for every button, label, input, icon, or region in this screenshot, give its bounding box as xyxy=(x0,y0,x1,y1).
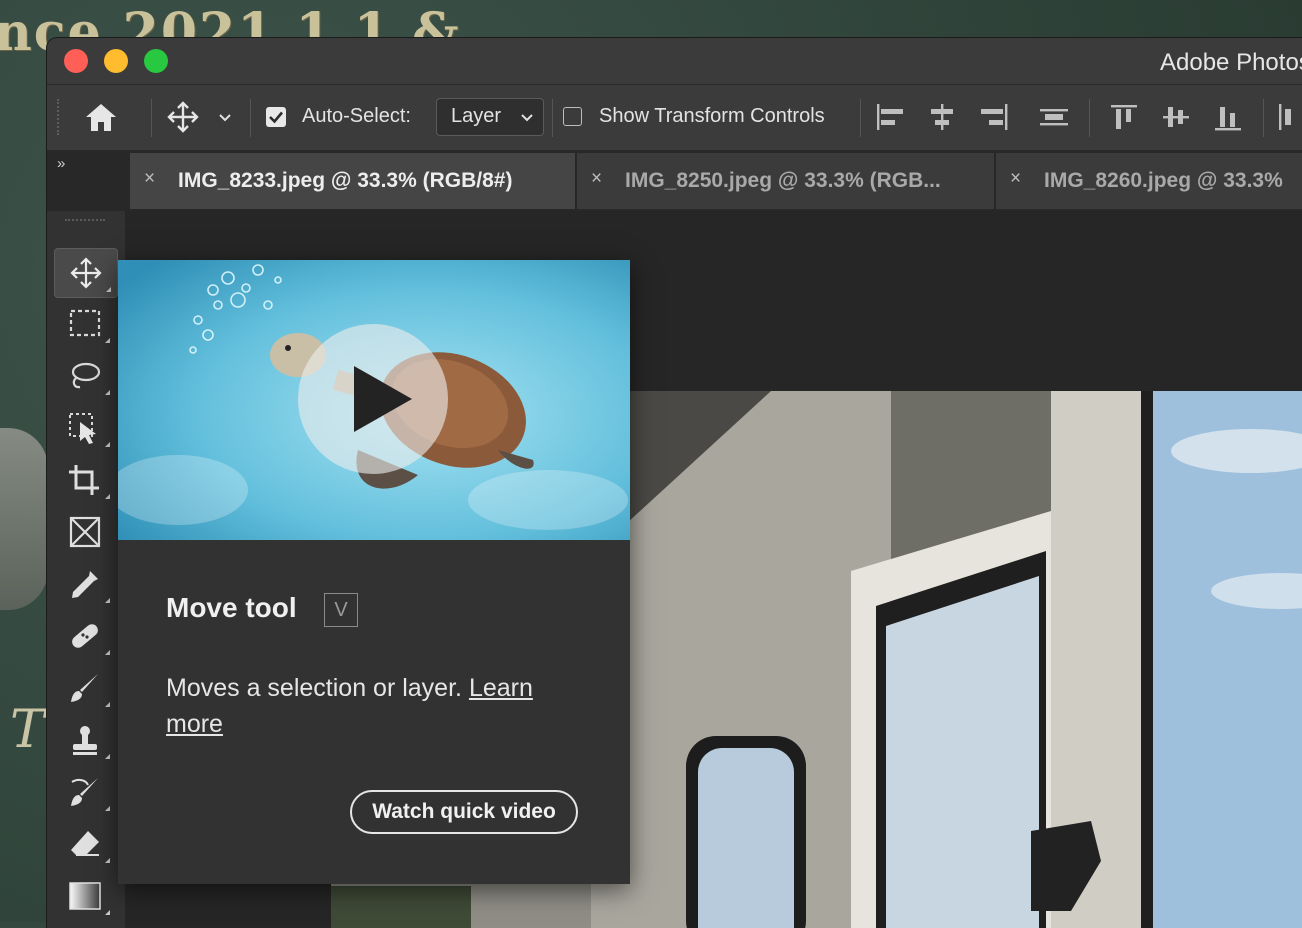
align-vertical-centers-icon[interactable] xyxy=(1159,101,1193,133)
app-title: Adobe Photoshop xyxy=(1160,49,1302,76)
auto-select-target-dropdown[interactable]: Layer xyxy=(436,98,544,136)
tools-panel xyxy=(47,211,126,928)
separator xyxy=(151,99,152,137)
object-selection-icon[interactable] xyxy=(54,404,116,452)
tab-img-8260[interactable]: × IMG_8260.jpeg @ 33.3% xyxy=(996,153,1302,209)
align-top-edges-icon[interactable] xyxy=(1107,101,1141,133)
eraser-icon[interactable] xyxy=(54,820,116,868)
expand-panels-icon[interactable]: » xyxy=(57,155,65,172)
tab-title: IMG_8233.jpeg @ 33.3% (RGB/8#) xyxy=(178,169,513,192)
align-left-edges-icon[interactable] xyxy=(873,101,907,133)
home-icon[interactable] xyxy=(83,100,119,134)
show-transform-controls-label: Show Transform Controls xyxy=(599,105,825,127)
separator xyxy=(860,99,861,137)
document-tab-bar: » × IMG_8233.jpeg @ 33.3% (RGB/8#) × IMG… xyxy=(47,151,1302,211)
maximize-window-button[interactable] xyxy=(144,49,168,73)
tooltip-description: Moves a selection or layer. Learn more xyxy=(166,670,586,742)
separator xyxy=(552,99,553,137)
separator xyxy=(1089,99,1090,137)
watch-quick-video-button[interactable]: Watch quick video xyxy=(350,790,578,834)
tab-title: IMG_8260.jpeg @ 33.3% xyxy=(1044,169,1283,192)
move-icon[interactable] xyxy=(165,100,201,134)
tab-img-8250[interactable]: × IMG_8250.jpeg @ 33.3% (RGB... xyxy=(577,153,995,209)
crop-icon[interactable] xyxy=(54,456,116,504)
options-bar-grip[interactable] xyxy=(57,99,63,135)
distribute-horizontal-icon[interactable] xyxy=(1271,101,1302,133)
gradient-icon[interactable] xyxy=(54,872,116,920)
align-right-edges-icon[interactable] xyxy=(977,101,1011,133)
tooltip-title: Move tool xyxy=(166,592,297,623)
tooltip-description-text: Moves a selection or layer. xyxy=(166,674,462,702)
align-horizontal-centers-icon[interactable] xyxy=(925,101,959,133)
align-bottom-edges-icon[interactable] xyxy=(1211,101,1245,133)
clone-stamp-icon[interactable] xyxy=(54,716,116,764)
tab-img-8233[interactable]: × IMG_8233.jpeg @ 33.3% (RGB/8#) xyxy=(130,153,576,209)
auto-select-target-value: Layer xyxy=(451,105,502,127)
show-transform-controls-checkbox[interactable] xyxy=(563,107,582,126)
healing-brush-icon[interactable] xyxy=(54,612,116,660)
tooltip-video-thumbnail[interactable] xyxy=(118,260,630,540)
tab-title: IMG_8250.jpeg @ 33.3% (RGB... xyxy=(625,169,941,192)
rectangular-marquee-icon[interactable] xyxy=(54,300,116,348)
auto-select-checkbox[interactable] xyxy=(266,107,286,127)
close-tab-icon[interactable]: × xyxy=(144,168,155,190)
desktop-emblem xyxy=(0,428,48,610)
brush-icon[interactable] xyxy=(54,664,116,712)
frame-icon[interactable] xyxy=(54,508,116,556)
distribute-vertical-icon[interactable] xyxy=(1037,101,1071,133)
minimize-window-button[interactable] xyxy=(104,49,128,73)
separator xyxy=(1263,99,1264,137)
blur-icon[interactable] xyxy=(54,924,116,928)
eyedropper-icon[interactable] xyxy=(54,560,116,608)
close-window-button[interactable] xyxy=(64,49,88,73)
play-icon xyxy=(354,366,412,432)
history-brush-icon[interactable] xyxy=(54,768,116,816)
move-tool-icon[interactable] xyxy=(54,248,118,298)
auto-select-label: Auto-Select: xyxy=(302,105,411,127)
chevron-down-icon[interactable] xyxy=(217,107,233,127)
tooltip-shortcut-key: V xyxy=(324,593,358,627)
title-bar: Adobe Photoshop xyxy=(47,38,1302,85)
close-tab-icon[interactable]: × xyxy=(1010,168,1021,190)
close-tab-icon[interactable]: × xyxy=(591,168,602,190)
options-bar: Auto-Select: Layer Show Transform Contro… xyxy=(47,85,1302,151)
chevron-down-icon xyxy=(519,108,535,126)
lasso-icon[interactable] xyxy=(54,352,116,400)
tools-panel-grip[interactable] xyxy=(65,219,105,227)
separator xyxy=(250,99,251,137)
move-tool-rich-tooltip: Move tool V Moves a selection or layer. … xyxy=(118,260,630,884)
play-video-button[interactable] xyxy=(298,324,448,474)
